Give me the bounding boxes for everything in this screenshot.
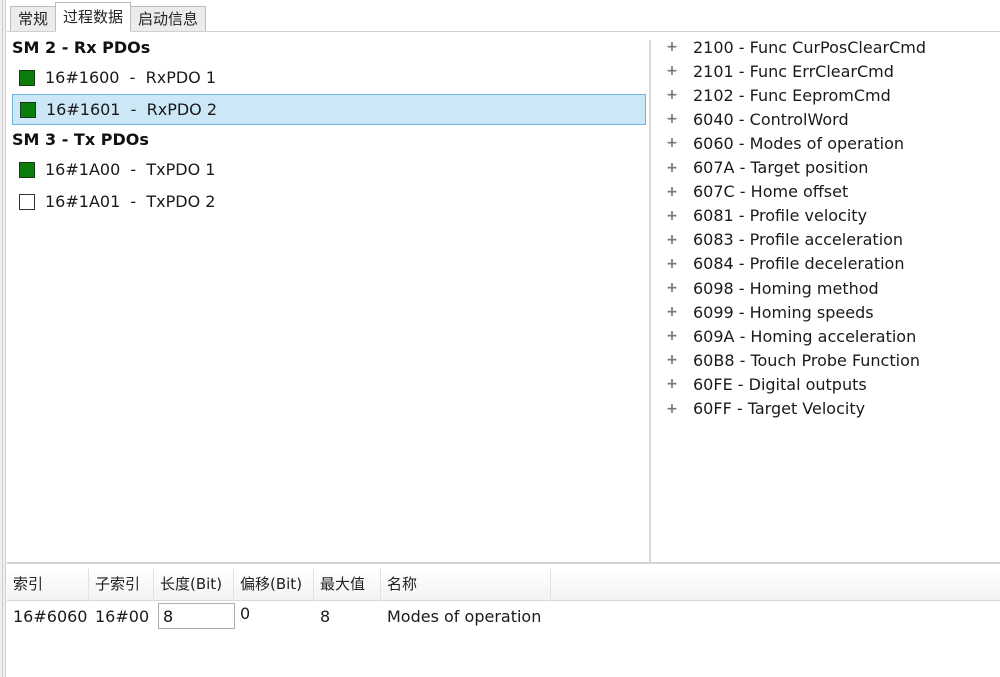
cell-offset: 0	[240, 604, 251, 623]
window-left-border	[0, 0, 6, 677]
pdo-item-1a01[interactable]: 16#1A01 - TxPDO 2	[12, 186, 646, 217]
object-label: 6081 - Profile velocity	[693, 206, 868, 226]
object-list-item[interactable]: +2100 - Func CurPosClearCmd	[659, 35, 926, 59]
process-data-panel: SM 2 - Rx PDOs 16#1600 - RxPDO 1 16#1601…	[7, 31, 1000, 562]
pdo-separator: -	[120, 100, 147, 119]
column-header-filler	[551, 568, 1000, 601]
pdo-separator: -	[120, 160, 147, 179]
object-label: 607C - Home offset	[693, 182, 849, 202]
pdo-name: RxPDO 2	[146, 100, 218, 119]
expand-plus-icon[interactable]: +	[665, 304, 679, 320]
pdo-content-tree: +2100 - Func CurPosClearCmd +2101 - Func …	[659, 32, 1000, 562]
cell-max: 8	[320, 606, 331, 626]
object-label: 6098 - Homing method	[693, 278, 879, 298]
expand-plus-icon[interactable]: +	[665, 280, 679, 296]
object-list-item[interactable]: +6099 - Homing speeds	[659, 300, 874, 324]
object-list-item[interactable]: +6098 - Homing method	[659, 276, 879, 300]
expand-plus-icon[interactable]: +	[665, 401, 679, 417]
object-label: 6084 - Profile deceleration	[693, 254, 905, 274]
object-label: 6099 - Homing speeds	[693, 302, 874, 322]
checkbox-checked-icon[interactable]	[19, 69, 35, 86]
group-title-tx: SM 3 - Tx PDOs	[12, 130, 149, 149]
object-label: 60FF - Target Velocity	[693, 399, 866, 418]
tab-general[interactable]: 常规	[10, 6, 57, 32]
cell-length	[154, 603, 235, 629]
pdo-item-1a00[interactable]: 16#1A00 - TxPDO 1	[12, 154, 646, 185]
pdo-index: 16#1A00	[45, 160, 121, 179]
expand-plus-icon[interactable]: +	[665, 208, 679, 224]
object-label: 2100 - Func CurPosClearCmd	[693, 37, 927, 57]
object-list-item[interactable]: +2102 - Func EepromCmd	[659, 83, 891, 107]
object-label: 2102 - Func EepromCmd	[693, 85, 891, 105]
pdo-name: RxPDO 1	[145, 68, 217, 87]
object-list-item[interactable]: +60FF - Target Velocity	[659, 397, 865, 421]
pdo-name: TxPDO 1	[146, 160, 216, 179]
column-header-max[interactable]: 最大值	[314, 568, 381, 601]
column-header-length[interactable]: 长度(Bit)	[154, 568, 234, 601]
expand-plus-icon[interactable]: +	[665, 184, 679, 200]
cell-subindex: 16#00	[95, 606, 150, 626]
column-header-offset[interactable]: 偏移(Bit)	[234, 568, 314, 601]
pdo-separator: -	[119, 68, 146, 87]
column-header-index[interactable]: 索引	[7, 568, 89, 601]
object-label: 60FE - Digital outputs	[693, 374, 867, 394]
expand-plus-icon[interactable]: +	[665, 352, 679, 368]
checkbox-checked-icon[interactable]	[20, 101, 36, 118]
tab-bar: 常规 过程数据 启动信息	[10, 2, 207, 32]
object-label: 609A - Homing acceleration	[693, 326, 917, 346]
object-label: 60B8 - Touch Probe Function	[693, 350, 920, 370]
expand-plus-icon[interactable]: +	[665, 87, 679, 103]
checkbox-unchecked-icon[interactable]	[19, 193, 35, 210]
object-list-item[interactable]: +6084 - Profile deceleration	[659, 252, 904, 276]
cell-name: Modes of operation	[387, 606, 542, 626]
pdo-index: 16#1601	[46, 100, 121, 119]
expand-plus-icon[interactable]: +	[665, 328, 679, 344]
object-list-item[interactable]: +6083 - Profile acceleration	[659, 228, 903, 252]
tab-process-data[interactable]: 过程数据	[55, 2, 132, 32]
expand-plus-icon[interactable]: +	[665, 111, 679, 127]
object-list-item[interactable]: +2101 - Func ErrClearCmd	[659, 59, 894, 83]
table-row[interactable]: 16#6060 16#00 0 8 Modes of operation	[7, 602, 581, 630]
object-list-item[interactable]: +607C - Home offset	[659, 180, 848, 204]
object-list-item[interactable]: +607A - Target position	[659, 156, 868, 180]
column-header-subindex[interactable]: 子索引	[89, 568, 154, 601]
expand-plus-icon[interactable]: +	[665, 160, 679, 176]
pdo-assignment-list: SM 2 - Rx PDOs 16#1600 - RxPDO 1 16#1601…	[7, 32, 649, 562]
pdo-separator: -	[120, 192, 147, 211]
pdo-mapping-table: 索引 子索引 长度(Bit) 偏移(Bit) 最大值 名称 16#6060 16…	[7, 562, 1000, 677]
column-header-name[interactable]: 名称	[381, 568, 551, 601]
expand-plus-icon[interactable]: +	[665, 256, 679, 272]
pdo-index: 16#1600	[45, 68, 120, 87]
object-list-item[interactable]: +609A - Homing acceleration	[659, 324, 916, 348]
pdo-index: 16#1A01	[45, 192, 121, 211]
pdo-item-1601[interactable]: 16#1601 - RxPDO 2	[12, 94, 646, 125]
object-label: 6040 - ControlWord	[693, 109, 849, 129]
object-list-item[interactable]: +6081 - Profile velocity	[659, 204, 867, 228]
object-list-item[interactable]: +60FE - Digital outputs	[659, 372, 867, 396]
expand-plus-icon[interactable]: +	[665, 376, 679, 392]
table-header: 索引 子索引 长度(Bit) 偏移(Bit) 最大值 名称	[7, 568, 1000, 601]
object-label: 6060 - Modes of operation	[693, 133, 905, 153]
object-label: 2101 - Func ErrClearCmd	[693, 61, 894, 81]
pdo-item-1600[interactable]: 16#1600 - RxPDO 1	[12, 62, 646, 93]
object-label: 607A - Target position	[693, 158, 869, 177]
object-list-item[interactable]: +6060 - Modes of operation	[659, 131, 904, 155]
pdo-name: TxPDO 2	[146, 192, 216, 211]
tab-startup-info[interactable]: 启动信息	[130, 6, 207, 32]
group-title-rx: SM 2 - Rx PDOs	[12, 38, 151, 57]
object-label: 6083 - Profile acceleration	[693, 230, 904, 250]
expand-plus-icon[interactable]: +	[665, 39, 679, 55]
expand-plus-icon[interactable]: +	[665, 135, 679, 151]
object-list-item[interactable]: +6040 - ControlWord	[659, 107, 849, 131]
length-input[interactable]	[158, 603, 235, 629]
cell-index: 16#6060	[13, 606, 88, 626]
checkbox-checked-icon[interactable]	[19, 161, 35, 178]
expand-plus-icon[interactable]: +	[665, 63, 679, 79]
object-list-item[interactable]: +60B8 - Touch Probe Function	[659, 348, 920, 372]
expand-plus-icon[interactable]: +	[665, 232, 679, 248]
panel-splitter[interactable]	[649, 40, 651, 562]
